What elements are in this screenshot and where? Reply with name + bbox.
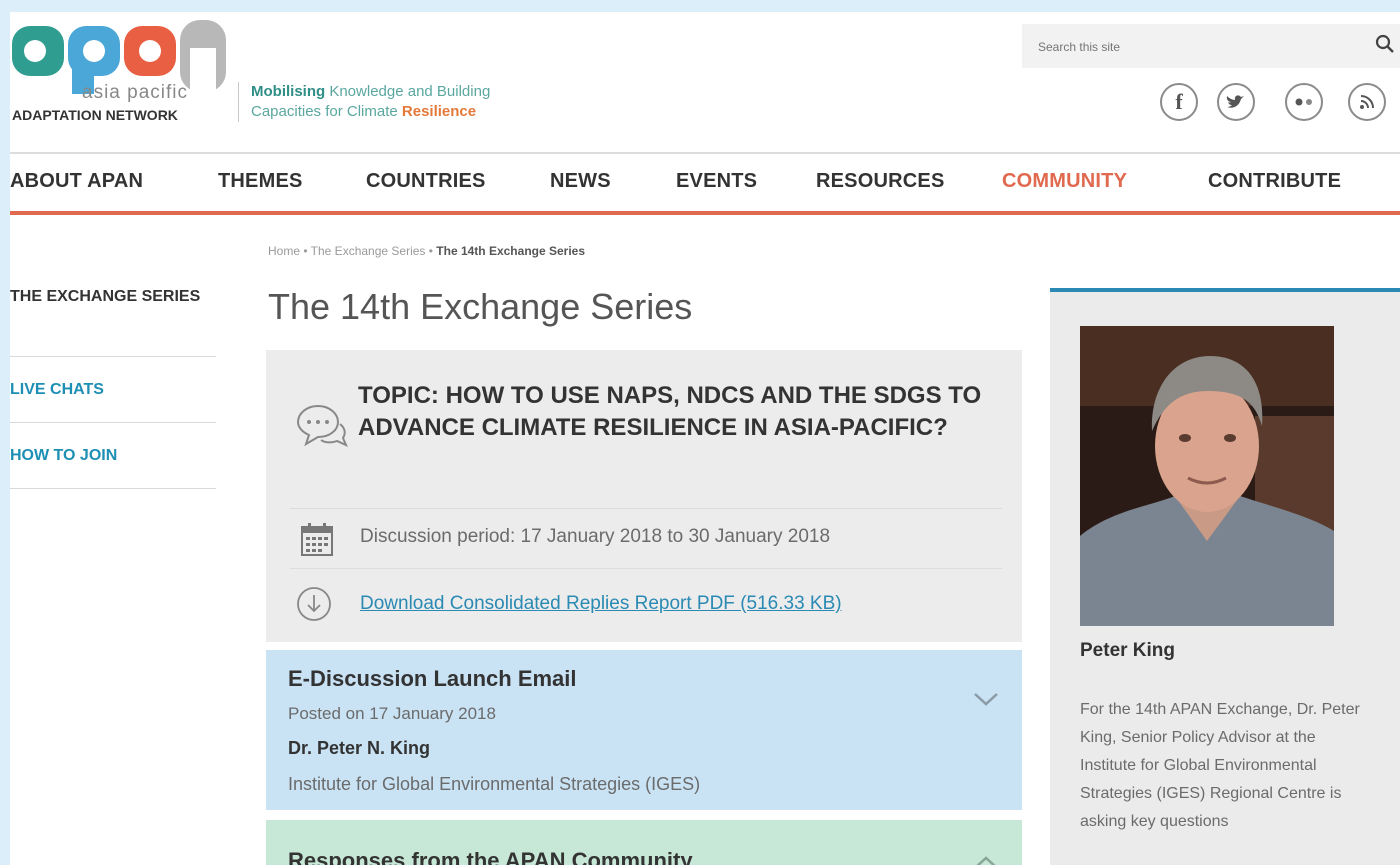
author-organization: Institute for Global Environmental Strat… [288, 774, 701, 794]
profile-name: Peter King [1080, 640, 1176, 661]
nav-community[interactable]: COMMUNITY [1002, 170, 1127, 193]
tagline-rest: Knowledge and Building [325, 83, 491, 100]
facebook-icon[interactable]: f [1160, 83, 1198, 121]
sidebar-item-exchange-series[interactable]: THE EXCHANGE SERIES [10, 284, 216, 357]
sidebar-item-live-chats[interactable]: LIVE CHATS [10, 357, 216, 423]
breadcrumb-current: The 14th Exchange Series [436, 244, 586, 258]
logo-subtitle: asia pacific [82, 82, 188, 103]
author-name: Dr. Peter N. King [288, 738, 431, 758]
divider [290, 568, 1002, 569]
breadcrumb-separator: • [425, 244, 437, 258]
email-panel[interactable]: E-Discussion Launch Email Posted on 17 J… [266, 650, 1022, 810]
flickr-icon[interactable] [1285, 83, 1323, 121]
logo-org: ADAPTATION NETWORK [12, 107, 178, 123]
divider [290, 508, 1002, 509]
email-panel-title: E-Discussion Launch Email [288, 666, 577, 691]
search-box[interactable] [1022, 24, 1400, 70]
nav-events[interactable]: EVENTS [676, 170, 757, 193]
chevron-down-icon[interactable] [972, 690, 1000, 708]
twitter-icon[interactable] [1217, 83, 1255, 121]
profile-bio: For the 14th APAN Exchange, Dr. Peter Ki… [1080, 701, 1360, 830]
chat-bubbles-icon [296, 404, 348, 447]
nav-countries[interactable]: COUNTRIES [366, 170, 486, 193]
responses-panel-title: Responses from the APAN Community [288, 848, 693, 865]
calendar-icon [301, 523, 333, 556]
download-report-link[interactable]: Download Consolidated Replies Report PDF… [360, 593, 842, 615]
nav-news[interactable]: NEWS [550, 170, 611, 193]
tagline: Mobilising Knowledge and Building Capaci… [238, 82, 490, 122]
tagline-bold: Mobilising [251, 83, 326, 100]
page-frame-left [0, 0, 10, 865]
rss-waves-icon [1360, 95, 1374, 109]
responses-panel[interactable]: Responses from the APAN Community [266, 820, 1022, 865]
breadcrumb-parent[interactable]: The Exchange Series [311, 244, 426, 258]
tagline-line-2: Capacities for Climate Resilience [251, 102, 490, 122]
nav-accent-bar [10, 211, 1400, 215]
download-icon[interactable] [296, 586, 332, 622]
nav-contribute[interactable]: CONTRIBUTE [1208, 170, 1341, 193]
flickr-dots-icon [1295, 98, 1312, 106]
search-icon[interactable] [1375, 34, 1395, 54]
posted-date: Posted on 17 January 2018 [288, 704, 496, 723]
twitter-bird-icon [1226, 95, 1244, 108]
main-nav: ABOUT APAN THEMES COUNTRIES NEWS EVENTS … [10, 154, 1400, 212]
left-sidebar: THE EXCHANGE SERIES LIVE CHATS HOW TO JO… [10, 284, 216, 489]
profile-card: Peter King For the 14th APAN Exchange, D… [1050, 288, 1400, 865]
nav-resources[interactable]: RESOURCES [816, 170, 945, 193]
topic-box: TOPIC: HOW TO USE NAPS, NDCS AND THE SDG… [266, 350, 1022, 642]
page: asia pacific ADAPTATION NETWORK Mobilisi… [0, 0, 1400, 865]
discussion-period: Discussion period: 17 January 2018 to 30… [360, 526, 831, 547]
page-title: The 14th Exchange Series [268, 286, 693, 327]
sidebar-item-how-to-join[interactable]: HOW TO JOIN [10, 423, 216, 489]
tagline-accent: Resilience [401, 103, 477, 120]
tagline-line-1: Mobilising Knowledge and Building [251, 82, 490, 102]
nav-themes[interactable]: THEMES [218, 170, 303, 193]
breadcrumb-home[interactable]: Home [268, 244, 300, 258]
profile-photo [1080, 326, 1334, 626]
page-frame-top [0, 0, 1400, 12]
rss-icon[interactable] [1348, 83, 1386, 121]
topic-title: TOPIC: HOW TO USE NAPS, NDCS AND THE SDG… [358, 382, 982, 441]
chevron-up-icon[interactable] [972, 854, 1000, 865]
breadcrumb-separator: • [300, 244, 311, 258]
tagline-prefix: Capacities for Climate [251, 103, 402, 120]
breadcrumb: Home • The Exchange Series • The 14th Ex… [268, 244, 585, 258]
nav-about-apan[interactable]: ABOUT APAN [10, 170, 143, 193]
search-input[interactable] [1036, 24, 1360, 70]
apan-logo[interactable]: asia pacific ADAPTATION NETWORK [12, 20, 232, 130]
